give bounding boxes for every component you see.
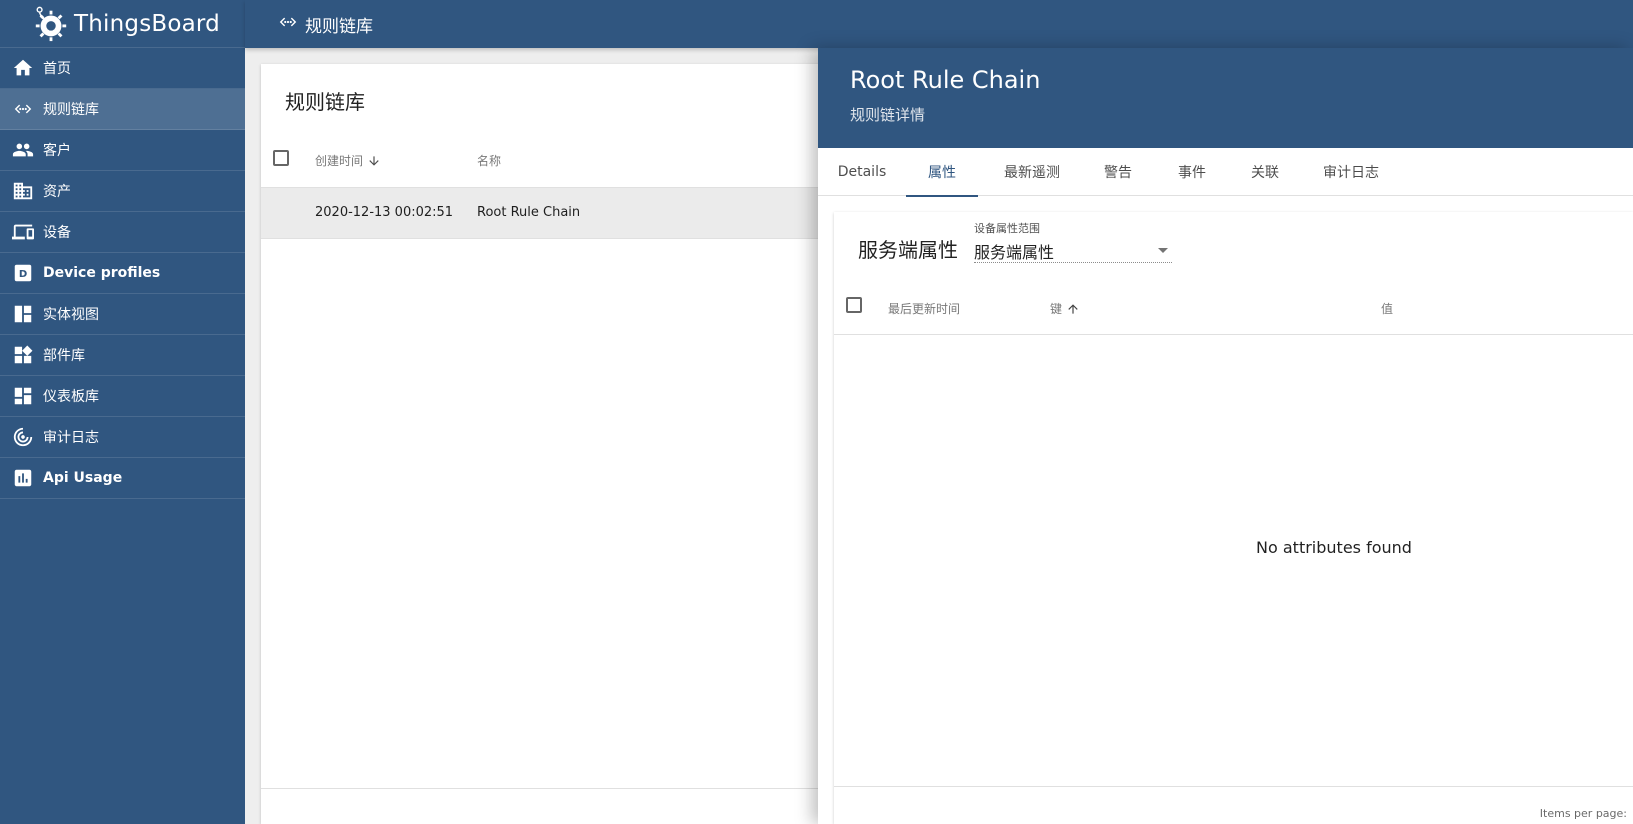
assets-icon bbox=[12, 180, 34, 202]
column-header-key[interactable]: 键 bbox=[1050, 300, 1080, 317]
sidebar-nav: 首页规则链库客户资产设备 D Device profiles 实体视图部件库仪表板库审… bbox=[0, 48, 245, 499]
dropdown-arrow-icon bbox=[1158, 248, 1168, 253]
sidebar-item-customers[interactable]: 客户 bbox=[0, 130, 245, 171]
attributes-paginator: Items per page:10 bbox=[834, 786, 1633, 824]
tab-2[interactable]: 最新遥测 bbox=[978, 148, 1086, 196]
entity-view-icon bbox=[12, 303, 34, 325]
column-header-key-label: 键 bbox=[1050, 302, 1063, 316]
sidebar-item-label: 客户 bbox=[43, 143, 71, 159]
details-subtitle: 规则链详情 bbox=[850, 106, 926, 124]
customers-icon bbox=[12, 139, 34, 161]
sidebar-item-assets[interactable]: 资产 bbox=[0, 171, 245, 212]
sidebar-item-rule-chain[interactable]: 规则链库 bbox=[0, 89, 245, 130]
tab-3[interactable]: 警告 bbox=[1086, 148, 1150, 196]
table-row[interactable]: 2020-12-13 00:02:51 Root Rule Chain bbox=[261, 188, 821, 239]
api-usage-icon bbox=[12, 467, 34, 489]
sidebar-item-label: 首页 bbox=[43, 61, 71, 77]
sidebar-item-widgets[interactable]: 部件库 bbox=[0, 335, 245, 376]
scope-select[interactable]: 服务端属性 bbox=[974, 239, 1172, 263]
details-header: Root Rule Chain 规则链详情 bbox=[818, 48, 1633, 148]
tab-1[interactable]: 属性 bbox=[906, 148, 978, 197]
column-header-created[interactable]: 创建时间 bbox=[315, 152, 381, 169]
widgets-icon bbox=[12, 344, 34, 366]
sidebar-item-label: 实体视图 bbox=[43, 307, 99, 323]
sidebar-item-label: 部件库 bbox=[43, 348, 85, 364]
arrow-down-icon bbox=[369, 155, 379, 166]
column-header-last-update[interactable]: 最后更新时间 bbox=[888, 300, 960, 317]
device-profile-icon: D bbox=[12, 262, 34, 284]
select-all-checkbox[interactable] bbox=[273, 150, 289, 166]
table-title: 规则链库 bbox=[285, 90, 365, 114]
rule-chains-table-card: 规则链库 创建时间 名称 2020-12-13 00:02:51 Root Ru… bbox=[261, 64, 821, 824]
sidebar-item-label: 仪表板库 bbox=[43, 389, 99, 405]
sidebar-item-device-profile[interactable]: D Device profiles bbox=[0, 253, 245, 294]
sidebar-item-label: 设备 bbox=[43, 225, 71, 241]
app-name: ThingsBoard bbox=[74, 10, 220, 37]
sidebar-item-label: Api Usage bbox=[43, 470, 123, 486]
details-tabs: Details 属性 最新遥测 警告 事件 关联 审计日志 bbox=[818, 148, 1633, 197]
tab-5[interactable]: 关联 bbox=[1234, 148, 1296, 196]
attributes-table-header: 最后更新时间 键 值 bbox=[834, 276, 1633, 335]
thingsboard-logo-icon bbox=[35, 6, 67, 41]
sidebar-item-label: 审计日志 bbox=[43, 430, 99, 446]
details-panel: Root Rule Chain 规则链详情 Details 属性 最新遥测 警告 事件关… bbox=[818, 48, 1633, 824]
top-toolbar: 规则链库 bbox=[245, 0, 1633, 48]
items-per-page: Items per page:10 bbox=[1540, 807, 1633, 820]
attributes-title: 服务端属性 bbox=[858, 238, 958, 262]
sidebar-item-dashboards[interactable]: 仪表板库 bbox=[0, 376, 245, 417]
attribute-scope-field: 设备属性范围 服务端属性 bbox=[974, 220, 1172, 263]
home-icon bbox=[12, 57, 34, 79]
rule-chain-icon bbox=[12, 98, 34, 120]
sidebar-item-api-usage[interactable]: Api Usage bbox=[0, 458, 245, 499]
cell-name: Root Rule Chain bbox=[477, 205, 581, 220]
dashboards-icon bbox=[12, 385, 34, 407]
breadcrumb[interactable]: 规则链库 bbox=[305, 12, 373, 37]
tab-0[interactable]: Details bbox=[818, 148, 906, 196]
attributes-card: 服务端属性 设备属性范围 服务端属性 最后更新时间 键 值 No attribu… bbox=[834, 212, 1633, 824]
column-header-label: 创建时间 bbox=[315, 154, 364, 168]
items-per-page-label: Items per page: bbox=[1539, 807, 1627, 820]
arrow-up-icon bbox=[1068, 303, 1078, 314]
empty-state-text: No attributes found bbox=[1256, 538, 1412, 557]
sidebar-item-audit-log[interactable]: 审计日志 bbox=[0, 417, 245, 458]
column-header-name[interactable]: 名称 bbox=[477, 152, 501, 169]
select-all-attributes-checkbox[interactable] bbox=[846, 297, 862, 313]
scope-label: 设备属性范围 bbox=[974, 222, 1040, 235]
scope-value: 服务端属性 bbox=[974, 242, 1055, 262]
table-footer bbox=[261, 788, 821, 789]
sidebar-item-label: 资产 bbox=[43, 184, 71, 200]
sidebar: ThingsBoard 首页规则链库客户资产设备 D Device profiles… bbox=[0, 0, 245, 824]
tab-6[interactable]: 审计日志 bbox=[1296, 148, 1406, 196]
sidebar-item-home[interactable]: 首页 bbox=[0, 48, 245, 89]
cell-created: 2020-12-13 00:02:51 bbox=[315, 205, 454, 220]
sidebar-item-devices[interactable]: 设备 bbox=[0, 212, 245, 253]
column-header-value[interactable]: 值 bbox=[1381, 300, 1393, 317]
app-logo[interactable]: ThingsBoard bbox=[0, 0, 245, 48]
svg-text:D: D bbox=[19, 269, 27, 280]
audit-log-icon bbox=[12, 426, 34, 448]
details-title: Root Rule Chain bbox=[850, 66, 1041, 94]
sidebar-item-label: 规则链库 bbox=[43, 102, 99, 118]
devices-icon bbox=[12, 221, 34, 243]
sidebar-item-label: Device profiles bbox=[43, 265, 161, 281]
rule-chain-icon bbox=[277, 11, 299, 37]
tab-4[interactable]: 事件 bbox=[1150, 148, 1234, 196]
sidebar-item-entity-view[interactable]: 实体视图 bbox=[0, 294, 245, 335]
